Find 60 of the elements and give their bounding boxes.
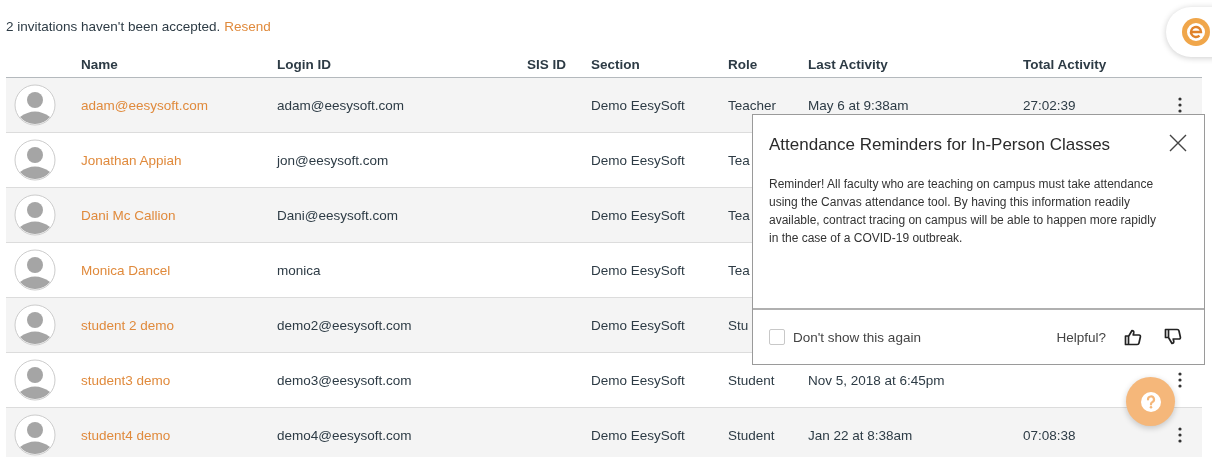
section-cell: Demo EesySoft xyxy=(591,317,685,333)
logo-button[interactable] xyxy=(1166,7,1212,57)
role-cell: Tea xyxy=(728,152,750,168)
column-header: SIS ID xyxy=(527,57,567,72)
section-cell: Demo EesySoft xyxy=(591,262,685,278)
avatar-icon xyxy=(14,194,56,236)
checkbox-label: Don't show this again xyxy=(793,329,922,345)
login-id-cell: monica xyxy=(277,262,321,278)
section-cell: Demo EesySoft xyxy=(591,372,685,388)
popup-message: Reminder! All faculty who are teaching on campus must take attendance using the Canvas attendance tool. By having this information readily available, contract tracing on campus will be able to happen more rapidly in the case of a COVID-19 outbreak. xyxy=(769,176,1157,247)
login-id-cell: Dani@eesysoft.com xyxy=(277,207,398,223)
section-cell: Demo EesySoft xyxy=(591,207,685,223)
column-header: Section xyxy=(591,57,641,72)
role-cell: Tea xyxy=(728,207,750,223)
total-activity-cell: 07:08:38 xyxy=(1023,427,1076,443)
column-header: Login ID xyxy=(277,57,332,72)
user-name-link[interactable]: Dani Mc Callion xyxy=(81,207,176,223)
role-cell: Student xyxy=(728,372,775,388)
user-name-link[interactable]: student 2 demo xyxy=(81,317,175,333)
popup-title: Attendance Reminders for In-Person Classes xyxy=(769,135,1111,155)
more-options-icon[interactable] xyxy=(1178,97,1182,113)
close-button[interactable] xyxy=(1168,133,1188,153)
invitation-notice: 2 invitations haven't been accepted. xyxy=(6,18,221,34)
login-id-cell: adam@eesysoft.com xyxy=(277,97,404,113)
login-id-cell: jon@eesysoft.com xyxy=(277,152,389,168)
last-activity-cell: Nov 5, 2018 at 6:45pm xyxy=(808,372,945,388)
last-activity-cell: Jan 22 at 8:38am xyxy=(808,427,913,443)
more-options-icon[interactable] xyxy=(1178,427,1182,443)
user-name-link[interactable]: student3 demo xyxy=(81,372,171,388)
more-options-icon[interactable] xyxy=(1178,372,1182,388)
helpful-label: Helpful? xyxy=(1056,329,1106,345)
user-name-link[interactable]: Monica Dancel xyxy=(81,262,171,278)
total-activity-cell: 27:02:39 xyxy=(1023,97,1076,113)
role-cell: Teacher xyxy=(728,97,777,113)
role-cell: Stu xyxy=(728,317,749,333)
login-id-cell: demo2@eesysoft.com xyxy=(277,317,412,333)
checkbox[interactable] xyxy=(769,329,785,345)
section-cell: Demo EesySoft xyxy=(591,97,685,113)
user-name-link[interactable]: adam@eesysoft.com xyxy=(81,97,208,113)
section-cell: Demo EesySoft xyxy=(591,152,685,168)
avatar-icon xyxy=(14,304,56,346)
column-header: Name xyxy=(81,57,119,72)
last-activity-cell: May 6 at 9:38am xyxy=(808,97,909,113)
section-cell: Demo EesySoft xyxy=(591,427,685,443)
user-name-link[interactable]: Jonathan Appiah xyxy=(81,152,182,168)
login-id-cell: demo4@eesysoft.com xyxy=(277,427,412,443)
role-cell: Tea xyxy=(728,262,750,278)
role-cell: Student xyxy=(728,427,775,443)
column-header: Last Activity xyxy=(808,57,889,72)
resend-link[interactable]: Resend xyxy=(224,18,271,34)
column-header: Total Activity xyxy=(1023,57,1108,72)
question-mark-icon xyxy=(1139,390,1162,413)
avatar-icon xyxy=(14,139,56,181)
avatar-icon xyxy=(14,84,56,126)
login-id-cell: demo3@eesysoft.com xyxy=(277,372,412,388)
column-header: Role xyxy=(728,57,759,72)
logo-icon xyxy=(1180,16,1212,48)
avatar-icon xyxy=(14,359,56,401)
user-name-link[interactable]: student4 demo xyxy=(81,427,171,443)
avatar-icon xyxy=(14,249,56,291)
